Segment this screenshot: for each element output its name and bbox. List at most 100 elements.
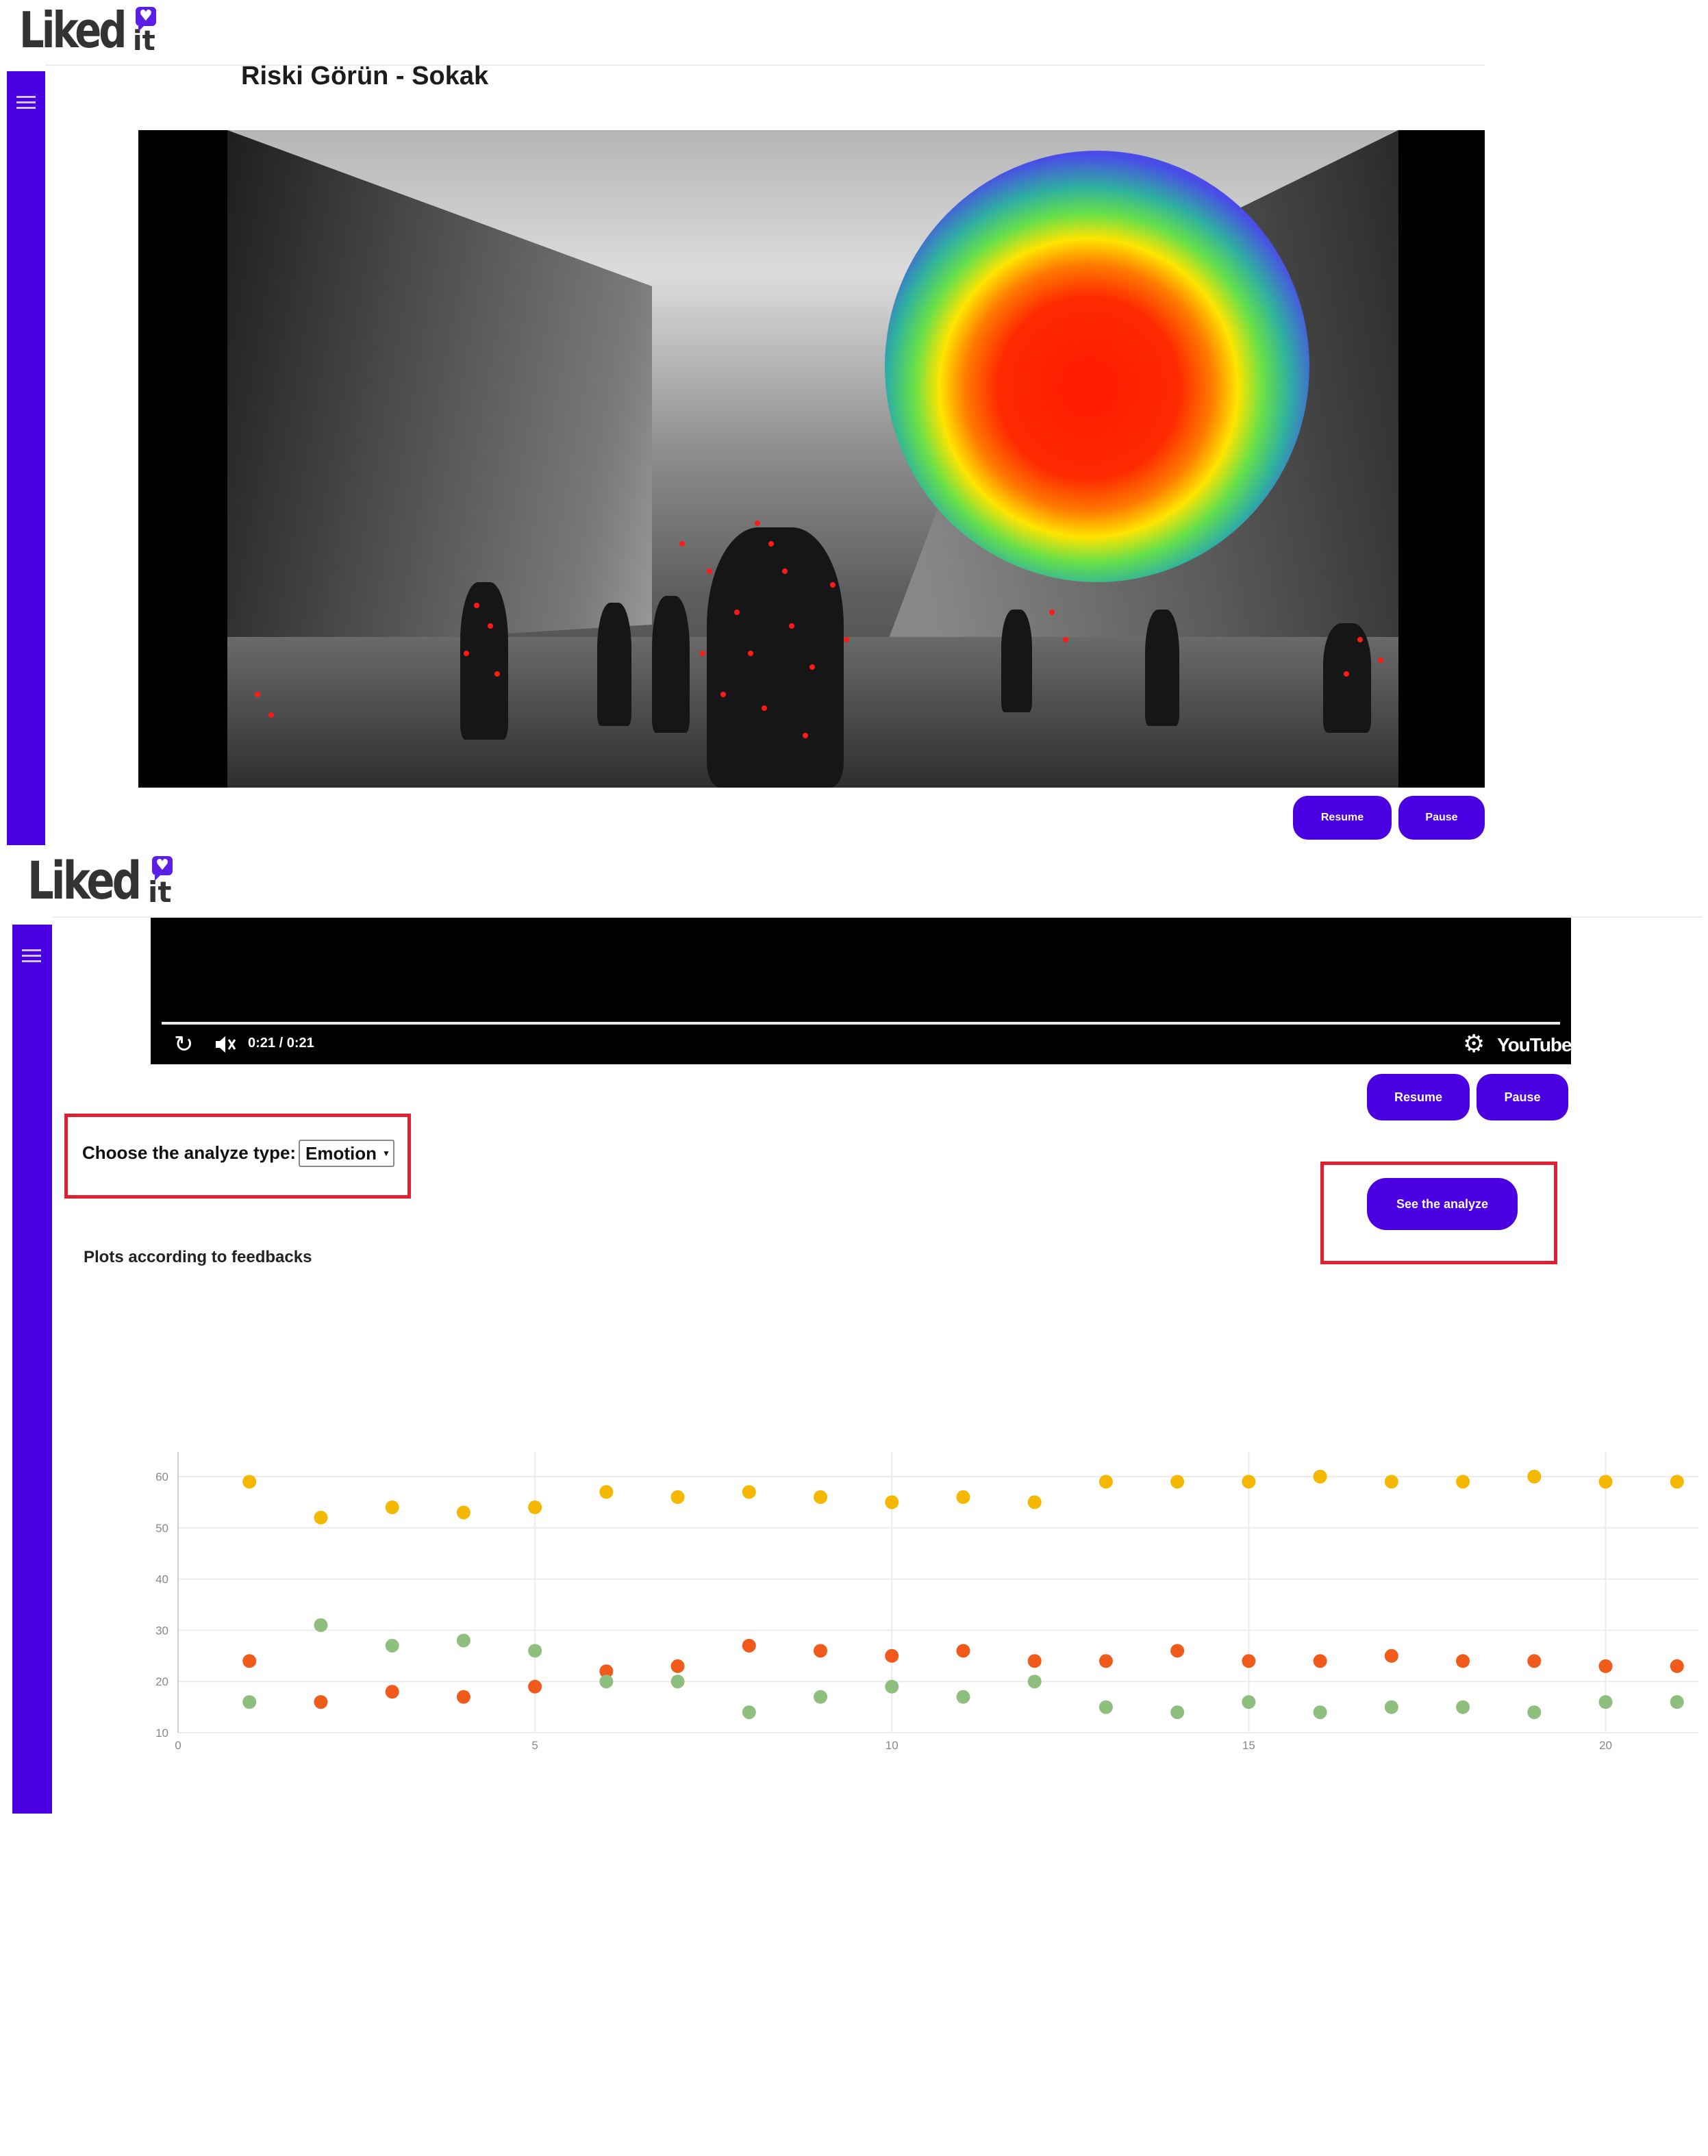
hamburger-menu-icon[interactable] bbox=[16, 96, 36, 112]
scatter-point bbox=[1670, 1659, 1684, 1673]
scatter-point bbox=[1242, 1475, 1256, 1489]
scatter-point bbox=[814, 1490, 828, 1504]
mute-icon[interactable] bbox=[214, 1034, 236, 1055]
scatter-point bbox=[1027, 1675, 1042, 1689]
brand-logo-text: Liked bbox=[19, 1, 127, 59]
scatter-point bbox=[599, 1675, 614, 1689]
scatter-point bbox=[242, 1475, 257, 1489]
video-progress-bar[interactable] bbox=[162, 1022, 1560, 1025]
analyze-type-label: Choose the analyze type: bbox=[82, 1142, 297, 1163]
scatter-point bbox=[1170, 1475, 1185, 1489]
scatter-point bbox=[1098, 1654, 1113, 1668]
scatter-point bbox=[1527, 1470, 1542, 1483]
scatter-point bbox=[956, 1690, 970, 1704]
scatter-point bbox=[956, 1644, 970, 1658]
scatter-point bbox=[814, 1644, 828, 1658]
attention-heatmap bbox=[885, 151, 1309, 582]
scatter-point bbox=[885, 1679, 899, 1694]
scatter-point bbox=[456, 1505, 470, 1520]
scatter-point bbox=[1456, 1475, 1470, 1489]
scatter-point bbox=[385, 1500, 399, 1514]
scatter-point bbox=[456, 1690, 470, 1704]
scatter-point bbox=[1384, 1649, 1398, 1663]
scatter-point bbox=[1170, 1644, 1185, 1658]
x-tick-label: 5 bbox=[531, 1739, 538, 1752]
scatter-point bbox=[1598, 1659, 1613, 1673]
youtube-logo[interactable]: YouTube bbox=[1497, 1034, 1571, 1056]
scatter-point bbox=[1242, 1654, 1256, 1668]
brand-logo[interactable]: Liked it ♥ bbox=[19, 1, 156, 59]
scatter-point bbox=[1170, 1705, 1185, 1720]
resume-button[interactable]: Resume bbox=[1367, 1074, 1470, 1120]
scatter-point bbox=[1598, 1475, 1613, 1489]
scatter-point bbox=[1456, 1700, 1470, 1714]
scatter-point bbox=[314, 1510, 328, 1525]
analyze-type-value: Emotion bbox=[305, 1142, 377, 1164]
heart-icon: ♥ bbox=[135, 7, 156, 32]
y-tick-label: 20 bbox=[155, 1675, 168, 1688]
y-tick-label: 50 bbox=[155, 1522, 168, 1535]
scatter-point bbox=[1313, 1705, 1327, 1720]
scatter-point bbox=[885, 1649, 899, 1663]
scatter-point bbox=[885, 1495, 899, 1509]
y-tick-label: 40 bbox=[155, 1573, 168, 1586]
sidebar bbox=[7, 71, 45, 845]
scatter-point bbox=[528, 1679, 542, 1694]
scatter-point bbox=[385, 1638, 399, 1653]
brand-logo-text: Liked bbox=[27, 850, 142, 911]
scatter-point bbox=[670, 1490, 685, 1504]
page-title: Riski Görün - Sokak bbox=[241, 62, 489, 90]
hamburger-menu-icon[interactable] bbox=[22, 949, 41, 966]
scatter-point bbox=[1527, 1705, 1542, 1720]
scatter-point bbox=[1527, 1654, 1542, 1668]
scatter-point bbox=[1670, 1695, 1684, 1709]
dropdown-arrow-icon: ▼ bbox=[382, 1149, 390, 1158]
settings-gear-icon[interactable]: ⚙ bbox=[1463, 1030, 1485, 1057]
scatter-point bbox=[456, 1633, 470, 1648]
brand-logo-suffix: it bbox=[132, 25, 155, 57]
replay-icon[interactable]: ↻ bbox=[174, 1031, 194, 1057]
feedback-scatter-chart: 10 20 30 40 50 60 0 5 10 15 20 bbox=[155, 1452, 1698, 1752]
scatter-point bbox=[1384, 1475, 1398, 1489]
scatter-point bbox=[528, 1500, 542, 1514]
scatter-point bbox=[742, 1638, 756, 1653]
pause-button[interactable]: Pause bbox=[1477, 1074, 1568, 1120]
scatter-point bbox=[1098, 1700, 1113, 1714]
scatter-point bbox=[1384, 1700, 1398, 1714]
scatter-point bbox=[670, 1659, 685, 1673]
scatter-point bbox=[1598, 1695, 1613, 1709]
scatter-point bbox=[1456, 1654, 1470, 1668]
x-tick-label: 0 bbox=[175, 1739, 181, 1752]
video-time: 0:21 / 0:21 bbox=[248, 1036, 314, 1051]
youtube-player[interactable]: ↻ 0:21 / 0:21 ⚙ YouTube bbox=[151, 918, 1571, 1064]
y-tick-label: 10 bbox=[155, 1727, 168, 1740]
scatter-point bbox=[1242, 1695, 1256, 1709]
x-tick-label: 10 bbox=[886, 1739, 899, 1752]
analyze-type-select[interactable]: Emotion ▼ bbox=[299, 1140, 394, 1167]
brand-logo[interactable]: Liked it ♥ bbox=[27, 850, 173, 911]
scatter-point bbox=[1313, 1470, 1327, 1483]
video-frame[interactable] bbox=[138, 130, 1485, 788]
scatter-point bbox=[1670, 1475, 1684, 1489]
resume-button[interactable]: Resume bbox=[1293, 796, 1392, 840]
y-tick-label: 30 bbox=[155, 1624, 168, 1637]
scatter-point bbox=[814, 1690, 828, 1704]
y-tick-label: 60 bbox=[155, 1470, 168, 1483]
scatter-point bbox=[242, 1695, 257, 1709]
scatter-point bbox=[528, 1644, 542, 1658]
scatter-point bbox=[314, 1618, 328, 1632]
scatter-point bbox=[1313, 1654, 1327, 1668]
scatter-point bbox=[742, 1705, 756, 1720]
scatter-point bbox=[314, 1695, 328, 1709]
plots-heading: Plots according to feedbacks bbox=[84, 1248, 312, 1266]
scatter-point bbox=[1027, 1495, 1042, 1509]
x-tick-label: 15 bbox=[1242, 1739, 1255, 1752]
scatter-point bbox=[242, 1654, 257, 1668]
scatter-point bbox=[742, 1485, 756, 1499]
scatter-point bbox=[1098, 1475, 1113, 1489]
sidebar bbox=[12, 925, 52, 1814]
scatter-point bbox=[1027, 1654, 1042, 1668]
scatter-point bbox=[956, 1490, 970, 1504]
see-analyze-button[interactable]: See the analyze bbox=[1367, 1178, 1518, 1230]
pause-button[interactable]: Pause bbox=[1398, 796, 1485, 840]
